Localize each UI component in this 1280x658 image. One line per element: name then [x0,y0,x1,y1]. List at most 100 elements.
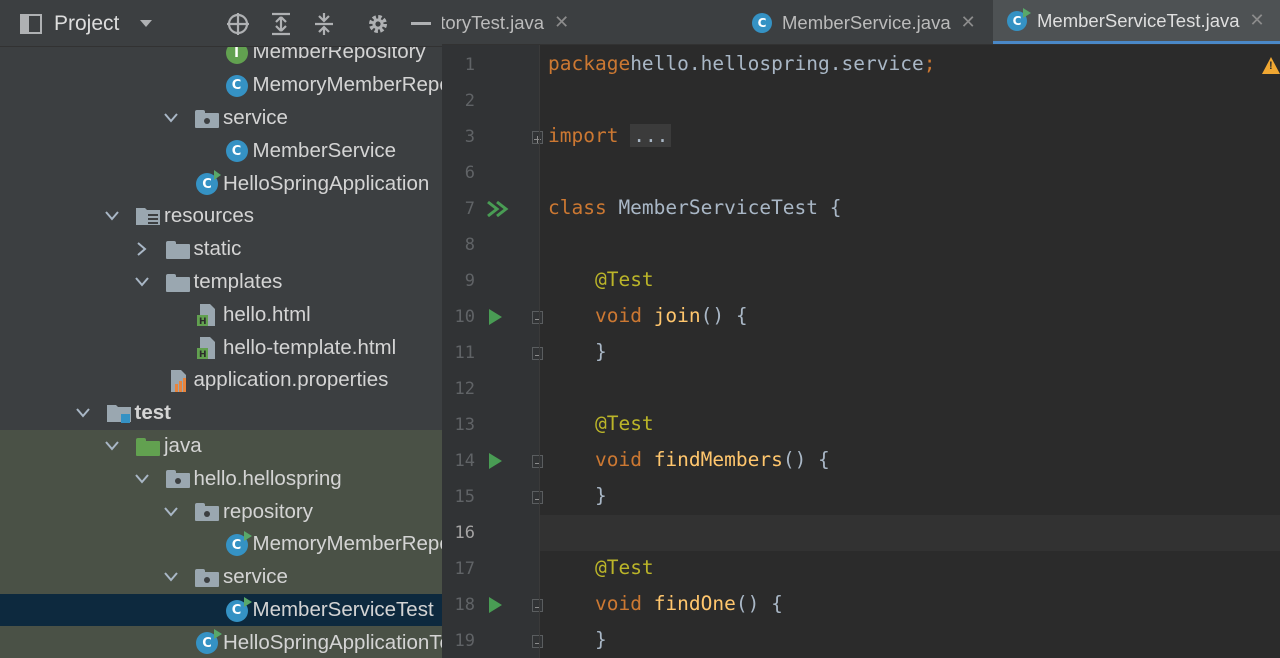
collapse-all-button[interactable] [307,0,341,47]
code-line: } [548,628,607,651]
editor-gutter: 1 2 3 6 7 8 9 10 11 12 13 14 15 16 17 18 19 [442,45,543,658]
close-icon[interactable]: ✕ [554,12,569,33]
close-icon[interactable]: ✕ [1250,10,1265,31]
package-icon [165,467,190,491]
editor-tab[interactable]: MemoryMemberRepositoryTest.java ✕ [442,0,738,44]
code-token: } [548,340,607,363]
tree-item[interactable]: application.properties [0,364,442,397]
code-token: void [594,592,642,615]
chevron-down-icon [140,19,153,27]
chevron-down-icon[interactable] [102,436,122,456]
line-number: 1 [464,55,475,75]
chevron-down-icon[interactable] [161,567,181,587]
line-number: 13 [454,415,475,435]
tree-item-label: service [223,565,288,589]
expand-all-button[interactable] [264,0,298,47]
code-line: @Test [548,268,654,291]
chevron-down-icon[interactable] [73,403,93,423]
locate-file-button[interactable] [221,0,255,47]
code-token: class [548,196,607,219]
tree-item[interactable]: C MemberServiceTest [0,593,442,627]
tree-item-label: hello.html [223,302,311,326]
spring-class-icon: C [195,170,221,196]
tree-item[interactable]: templates [0,266,442,299]
code-token: hello.hellospring.service [630,52,924,75]
gear-icon [369,14,387,33]
properties-file-icon [166,369,190,393]
run-test-icon[interactable] [489,309,502,325]
tree-item[interactable]: test [0,397,442,430]
chevron-down-icon[interactable] [132,469,152,489]
class-icon: C [225,74,249,98]
code-token: findMembers [653,448,783,471]
code-line: @Test [548,556,654,579]
code-token: package [548,52,631,75]
chevron-down-icon[interactable] [161,108,181,128]
code-line: void findOne() { [548,592,783,615]
chevron-down-icon[interactable] [132,272,152,292]
warning-icon[interactable]: ! [1262,57,1280,74]
code-token: MemberServiceTest { [606,196,842,219]
tree-item-label: HelloSpringApplicationTests [223,630,442,654]
test-class-icon: C [195,629,222,655]
tree-item[interactable]: C HelloSpringApplication [0,167,442,200]
package-icon [195,107,219,131]
code-editor[interactable]: packagehello.hellospring.service; import … [539,45,1280,658]
line-number: 14 [454,451,475,471]
chevron-down-icon[interactable] [161,502,181,522]
line-number: 6 [464,163,475,183]
editor-area: MemoryMemberRepositoryTest.java ✕ C MemberS… [442,0,1280,658]
tree-item[interactable]: repository [0,495,442,528]
tree-item[interactable]: CMemoryMemberRepositoryTest [0,528,442,561]
editor-tab[interactable]: C MemberServiceTest.java ✕ [993,0,1280,44]
tree-item-label: service [223,105,288,129]
tree-item-label: test [134,401,171,425]
tree-item-label: MemoryMemberRepository [252,73,443,97]
hide-panel-button[interactable] [404,0,438,47]
tree-item[interactable]: C MemberService [0,134,442,167]
run-test-icon[interactable] [489,453,502,469]
svg-text:H: H [199,350,207,360]
code-token: void [594,304,642,327]
editor-tab[interactable]: C MemberService.java ✕ [738,0,993,44]
tree-item-label: java [164,433,202,457]
tree-item[interactable]: CHelloSpringApplicationTests [0,626,442,658]
tree-item[interactable]: resources [0,200,442,233]
line-number: 19 [454,631,475,651]
tree-item[interactable]: service [0,560,442,594]
run-all-tests-icon[interactable] [486,200,510,218]
project-settings-button[interactable] [361,0,395,47]
close-icon[interactable]: ✕ [961,12,976,33]
html-file-icon: H [195,336,219,360]
line-number: 7 [464,199,475,219]
tree-item-label: hello-template.html [223,335,397,359]
run-test-icon[interactable] [489,597,502,613]
folder-icon [165,238,190,262]
code-token: () { [782,448,830,471]
tree-item-label: MemoryMemberRepositoryTest [252,532,443,556]
crosshair-icon [227,12,249,35]
line-number: 16 [454,523,475,543]
class-icon: C [1007,7,1031,31]
tree-item[interactable]: Hhello.html [0,298,442,331]
package-icon [195,500,219,524]
code-token: join [653,304,701,327]
code-line: void join() { [548,304,748,327]
chevron-right-icon[interactable] [132,239,152,259]
class-icon: C [752,12,772,33]
chevron-down-icon[interactable] [102,206,122,226]
code-token: void [594,448,642,471]
tree-item[interactable]: hello.hellospring [0,462,442,496]
folded-imports[interactable]: ... [630,124,672,147]
tree-item[interactable]: Hhello-template.html [0,331,442,364]
tree-item[interactable]: java [0,429,442,463]
tree-item[interactable]: CMemoryMemberRepository [0,69,442,102]
tree-item[interactable]: service [0,102,442,135]
tree-item[interactable]: static [0,233,442,266]
project-view-selector[interactable]: Project [20,0,170,47]
expand-all-icon [272,12,290,35]
